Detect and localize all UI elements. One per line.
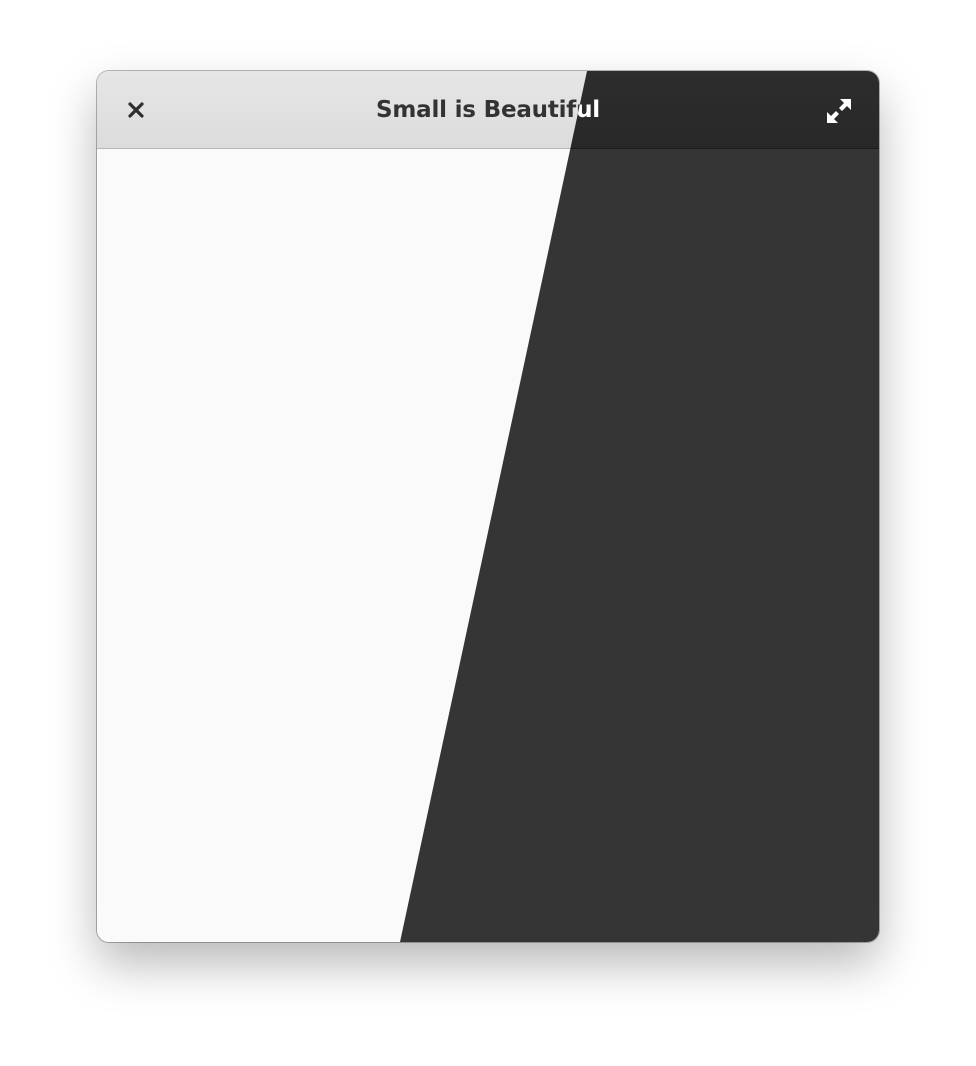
close-button[interactable] (121, 95, 151, 125)
app-window: Small is Beautiful Small is Beautiful (97, 71, 879, 942)
maximize-icon (827, 99, 851, 123)
close-icon (128, 102, 144, 118)
maximize-button-dark[interactable] (823, 95, 855, 127)
